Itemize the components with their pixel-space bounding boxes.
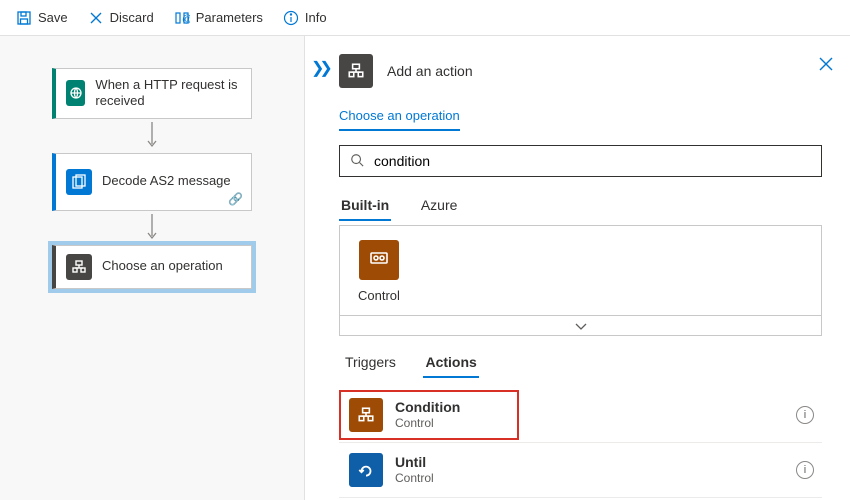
choose-title: Choose an operation [102,258,223,274]
action-condition[interactable]: Condition Control i [339,388,822,443]
connector-picker: Control [339,225,822,336]
info-button[interactable]: Info [275,6,335,30]
tab-triggers[interactable]: Triggers [343,348,398,376]
save-icon [16,10,32,26]
action-info-icon[interactable]: i [796,461,814,479]
search-box[interactable] [339,145,822,177]
control-connector-icon [359,240,399,280]
discard-label: Discard [110,10,154,25]
parameters-button[interactable]: @ Parameters [166,6,271,30]
action-sub: Control [395,471,434,485]
panel-title: Add an action [387,63,473,79]
as2-icon [66,169,92,195]
action-info-icon[interactable]: i [796,406,814,424]
close-panel-button[interactable] [816,54,836,77]
save-label: Save [38,10,68,25]
connector-control-label: Control [358,288,400,303]
trigger-node[interactable]: When a HTTP request is received [52,68,252,119]
toolbar: Save Discard @ Parameters Info [0,0,850,36]
until-icon [349,453,383,487]
parameters-icon: @ [174,10,190,26]
expand-connectors[interactable] [340,315,821,335]
collapse-panel-button[interactable]: ❯❯ [311,58,328,78]
connector-control[interactable]: Control [358,240,400,303]
scope-tab-builtin[interactable]: Built-in [339,193,391,221]
condition-icon [349,398,383,432]
operation-icon [66,254,92,280]
link-icon: 🔗 [228,192,243,206]
action-until[interactable]: Until Control i [339,443,822,498]
action-panel: ❯❯ Add an action Choose an operation Bui… [305,36,850,500]
actions-list: Condition Control i Until Control i [339,388,822,498]
http-trigger-icon [66,80,85,106]
action-name: Condition [395,399,460,416]
trigger-title: When a HTTP request is received [95,77,241,110]
discard-icon [88,10,104,26]
flow-arrow [145,119,159,153]
panel-header-icon [339,54,373,88]
decode-title: Decode AS2 message [102,173,231,189]
search-icon [350,153,364,170]
save-button[interactable]: Save [8,6,76,30]
info-icon [283,10,299,26]
decode-node[interactable]: Decode AS2 message 🔗 [52,153,252,211]
action-sub: Control [395,416,460,430]
designer-canvas[interactable]: When a HTTP request is received Decode A… [0,36,305,500]
scope-tab-azure[interactable]: Azure [419,193,460,219]
flow-arrow [145,211,159,245]
action-name: Until [395,454,434,471]
search-input[interactable] [372,152,811,170]
tab-actions[interactable]: Actions [423,348,478,378]
tab-choose-operation[interactable]: Choose an operation [339,102,460,131]
choose-operation-node[interactable]: Choose an operation [52,245,252,289]
discard-button[interactable]: Discard [80,6,162,30]
info-label: Info [305,10,327,25]
parameters-label: Parameters [196,10,263,25]
